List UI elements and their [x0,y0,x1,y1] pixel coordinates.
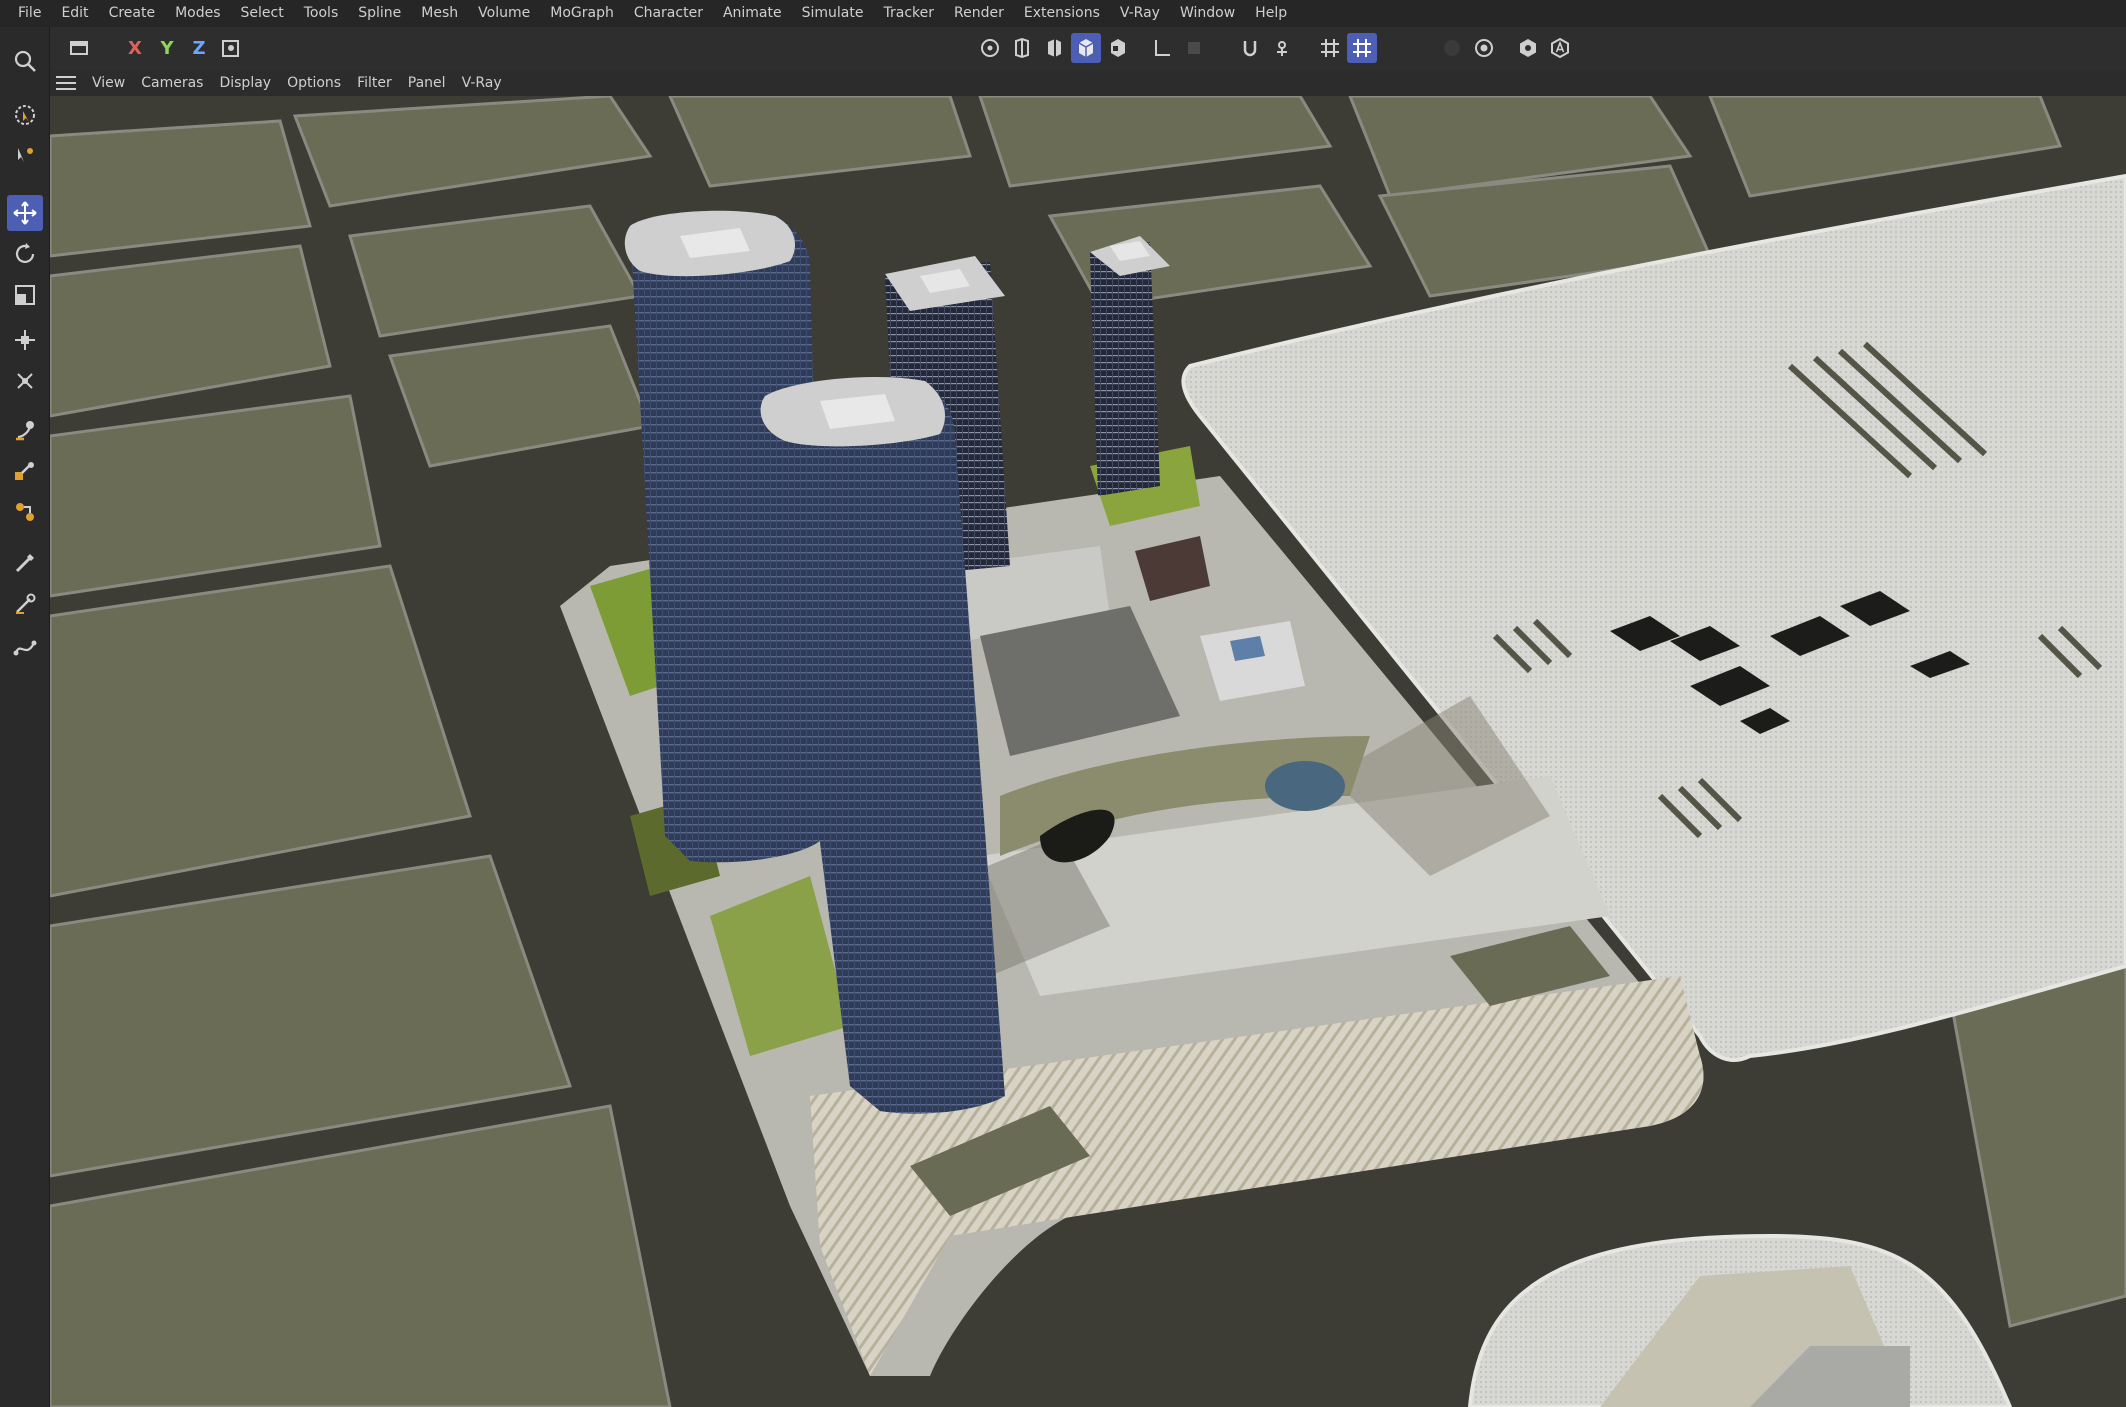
move-icon[interactable] [7,195,43,231]
solo-icon[interactable] [1179,33,1209,63]
undo-view-icon[interactable] [64,33,94,63]
viewport-menu-display[interactable]: Display [211,70,279,96]
viewport-menu-v-ray[interactable]: V-Ray [454,70,510,96]
model-mode-icon[interactable] [1071,33,1101,63]
left-toolbar [0,27,50,1407]
magnet-icon[interactable] [7,412,43,448]
knife-icon[interactable] [7,586,43,622]
menu-help[interactable]: Help [1245,0,1297,27]
axis-z-label: Z [192,37,206,59]
menu-extensions[interactable]: Extensions [1014,0,1110,27]
viewport-menu-panel[interactable]: Panel [400,70,454,96]
render-settings-icon[interactable] [1513,33,1543,63]
live-selection-icon[interactable] [7,97,43,133]
viewport-menu-filter[interactable]: Filter [349,70,400,96]
placement-icon[interactable] [7,363,43,399]
polygons-mode-icon[interactable] [1039,33,1069,63]
viewport-menu-cameras[interactable]: Cameras [133,70,211,96]
grid-icon[interactable] [1315,33,1345,63]
menu-file[interactable]: File [8,0,51,27]
texture-mode-icon[interactable] [1103,33,1133,63]
menu-edit[interactable]: Edit [51,0,98,27]
menu-animate[interactable]: Animate [713,0,792,27]
dynamics-icon[interactable] [7,494,43,530]
menu-simulate[interactable]: Simulate [792,0,874,27]
snap-enable-icon[interactable] [1235,33,1265,63]
main-menubar: File Edit Create Modes Select Tools Spline Mesh… [0,0,2126,27]
lock-z-button[interactable]: Z [184,33,214,63]
menu-tools[interactable]: Tools [294,0,349,27]
transfer-icon[interactable] [7,322,43,358]
menu-modes[interactable]: Modes [165,0,230,27]
scale-icon[interactable] [7,277,43,313]
menu-render[interactable]: Render [944,0,1014,27]
axis-mode-icon[interactable] [1147,33,1177,63]
axis-y-label: Y [160,37,174,59]
bend-icon[interactable] [7,453,43,489]
menu-select[interactable]: Select [231,0,294,27]
menu-mesh[interactable]: Mesh [411,0,468,27]
viewport-menu-view[interactable]: View [84,70,133,96]
menu-spline[interactable]: Spline [348,0,411,27]
menu-v-ray[interactable]: V-Ray [1110,0,1170,27]
snap-settings-icon[interactable] [1267,33,1297,63]
edges-mode-icon[interactable] [1007,33,1037,63]
top-toolbar: X Y Z [50,27,2126,70]
workplane-icon[interactable] [1347,33,1377,63]
points-mode-icon[interactable] [975,33,1005,63]
viewport-menu-options[interactable]: Options [279,70,349,96]
render-region-icon[interactable] [1437,33,1467,63]
spline-pen-icon[interactable] [7,630,43,666]
render-view-icon[interactable] [1469,33,1499,63]
menu-tracker[interactable]: Tracker [873,0,944,27]
search-icon[interactable] [7,43,43,79]
menu-volume[interactable]: Volume [468,0,540,27]
menu-mograph[interactable]: MoGraph [540,0,624,27]
viewport-menu-icon[interactable] [56,76,76,90]
menu-create[interactable]: Create [99,0,166,27]
axis-x-label: X [128,37,142,59]
lock-x-button[interactable]: X [120,33,150,63]
rotate-icon[interactable] [7,236,43,272]
city-model-render [50,96,2126,1407]
viewport-menubar: View Cameras Display Options Filter Panel V-Ra… [50,70,2126,96]
menu-character[interactable]: Character [624,0,713,27]
vray-icon[interactable] [1545,33,1575,63]
menu-window[interactable]: Window [1170,0,1245,27]
coordinate-system-icon[interactable] [216,33,246,63]
brush-icon[interactable] [7,545,43,581]
move-selection-icon[interactable] [7,137,43,173]
3d-viewport[interactable] [50,96,2126,1407]
lock-y-button[interactable]: Y [152,33,182,63]
